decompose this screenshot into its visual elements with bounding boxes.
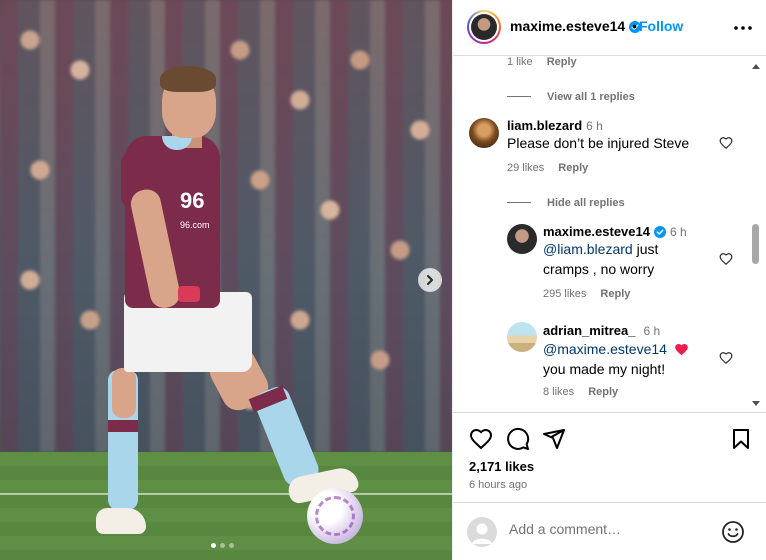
emoji-icon[interactable] — [721, 520, 745, 544]
reply-button[interactable]: Reply — [558, 162, 588, 174]
chevron-right-icon — [427, 275, 433, 285]
view-replies-toggle[interactable]: View all 1 replies — [507, 87, 635, 103]
shirt-sponsor: 96 — [180, 188, 205, 213]
more-options-icon[interactable] — [731, 16, 755, 40]
reply-username[interactable]: adrian_mitrea_ — [543, 323, 636, 338]
comment-meta: 29 likes Reply — [507, 162, 589, 174]
author-username[interactable]: maxime.esteve14 — [510, 18, 642, 34]
reply-text: @liam.blezard just cramps , no worry — [543, 241, 659, 277]
heart-icon[interactable] — [469, 427, 493, 451]
comments-list[interactable]: 1 like Reply View all 1 replies liam.blez… — [453, 56, 766, 412]
verified-badge-icon — [653, 226, 666, 238]
hide-replies-toggle[interactable]: Hide all replies — [507, 193, 625, 209]
player-left-knee — [112, 368, 136, 418]
carousel-dots — [211, 543, 234, 548]
reply-button[interactable]: Reply — [547, 56, 577, 68]
bookmark-icon[interactable] — [729, 427, 753, 451]
comment-text: Please don’t be injured Steve — [507, 135, 690, 151]
thread-line — [507, 95, 531, 97]
comment-avatar[interactable] — [469, 118, 499, 148]
carousel-dot — [229, 543, 234, 548]
reply-username[interactable]: maxime.esteve14 — [543, 224, 650, 239]
player-hair — [160, 66, 216, 92]
prev-reply-meta: 1 like Reply — [507, 56, 577, 68]
reply-button[interactable]: Reply — [600, 288, 630, 300]
reply-time: 6 h — [669, 225, 687, 239]
post-image[interactable]: 96 96.com — [0, 0, 452, 560]
scrollbar-thumb[interactable] — [752, 224, 759, 264]
carousel-dot — [220, 543, 225, 548]
reply-time: 6 h — [643, 324, 661, 338]
add-comment-bar — [453, 502, 766, 560]
comment-header: liam.blezard 6 h — [507, 117, 603, 133]
post-actions: 2,171 likes 6 hours ago — [453, 412, 766, 502]
shirt-sponsor-sub: 96.com — [180, 220, 210, 230]
football — [307, 488, 363, 544]
reply-meta: 295 likes Reply — [543, 288, 631, 300]
reply-avatar[interactable] — [507, 224, 537, 254]
reply-mention[interactable]: @maxime.esteve14 — [543, 341, 667, 357]
reply-button[interactable]: Reply — [588, 386, 618, 398]
author-avatar[interactable] — [467, 10, 501, 44]
comments-scrollbar[interactable] — [749, 62, 763, 414]
default-avatar-icon — [472, 523, 492, 544]
carousel-next-button[interactable] — [418, 268, 442, 292]
comment-time: 6 h — [586, 119, 603, 133]
heart-icon[interactable] — [719, 136, 733, 150]
scroll-down-arrow-icon[interactable] — [751, 398, 761, 408]
post-timestamp[interactable]: 6 hours ago — [469, 479, 527, 491]
heart-icon[interactable] — [719, 351, 733, 365]
player-left-boot — [96, 508, 146, 534]
share-icon[interactable] — [542, 427, 566, 451]
reply-header: adrian_mitrea_ 6 h — [543, 322, 660, 338]
comment-username[interactable]: liam.blezard — [507, 118, 582, 133]
player-wrist-tape — [178, 286, 200, 302]
reply-text: @maxime.esteve14 you made my night! — [543, 339, 719, 379]
carousel-dot — [211, 543, 216, 548]
thread-line — [507, 201, 531, 203]
reply-meta: 8 likes Reply — [543, 386, 619, 398]
comment-icon[interactable] — [506, 427, 530, 451]
comment-input[interactable] — [509, 521, 709, 537]
post-header: maxime.esteve14 • Follow — [453, 0, 766, 56]
header-separator: • — [632, 18, 637, 34]
red-heart-emoji-icon — [675, 344, 688, 356]
player-sock-band — [108, 420, 138, 432]
post-sidebar: maxime.esteve14 • Follow 1 like Reply Vie… — [452, 0, 766, 560]
current-user-avatar — [467, 517, 497, 547]
reply-mention[interactable]: @liam.blezard — [543, 241, 633, 257]
likes-count[interactable]: 2,171 likes — [469, 459, 534, 474]
pitch-line — [0, 493, 452, 495]
follow-button[interactable]: Follow — [639, 18, 683, 34]
reply-avatar[interactable] — [507, 322, 537, 352]
heart-icon[interactable] — [719, 252, 733, 266]
reply-header: maxime.esteve14 6 h — [543, 223, 687, 239]
scroll-up-arrow-icon[interactable] — [751, 62, 761, 72]
